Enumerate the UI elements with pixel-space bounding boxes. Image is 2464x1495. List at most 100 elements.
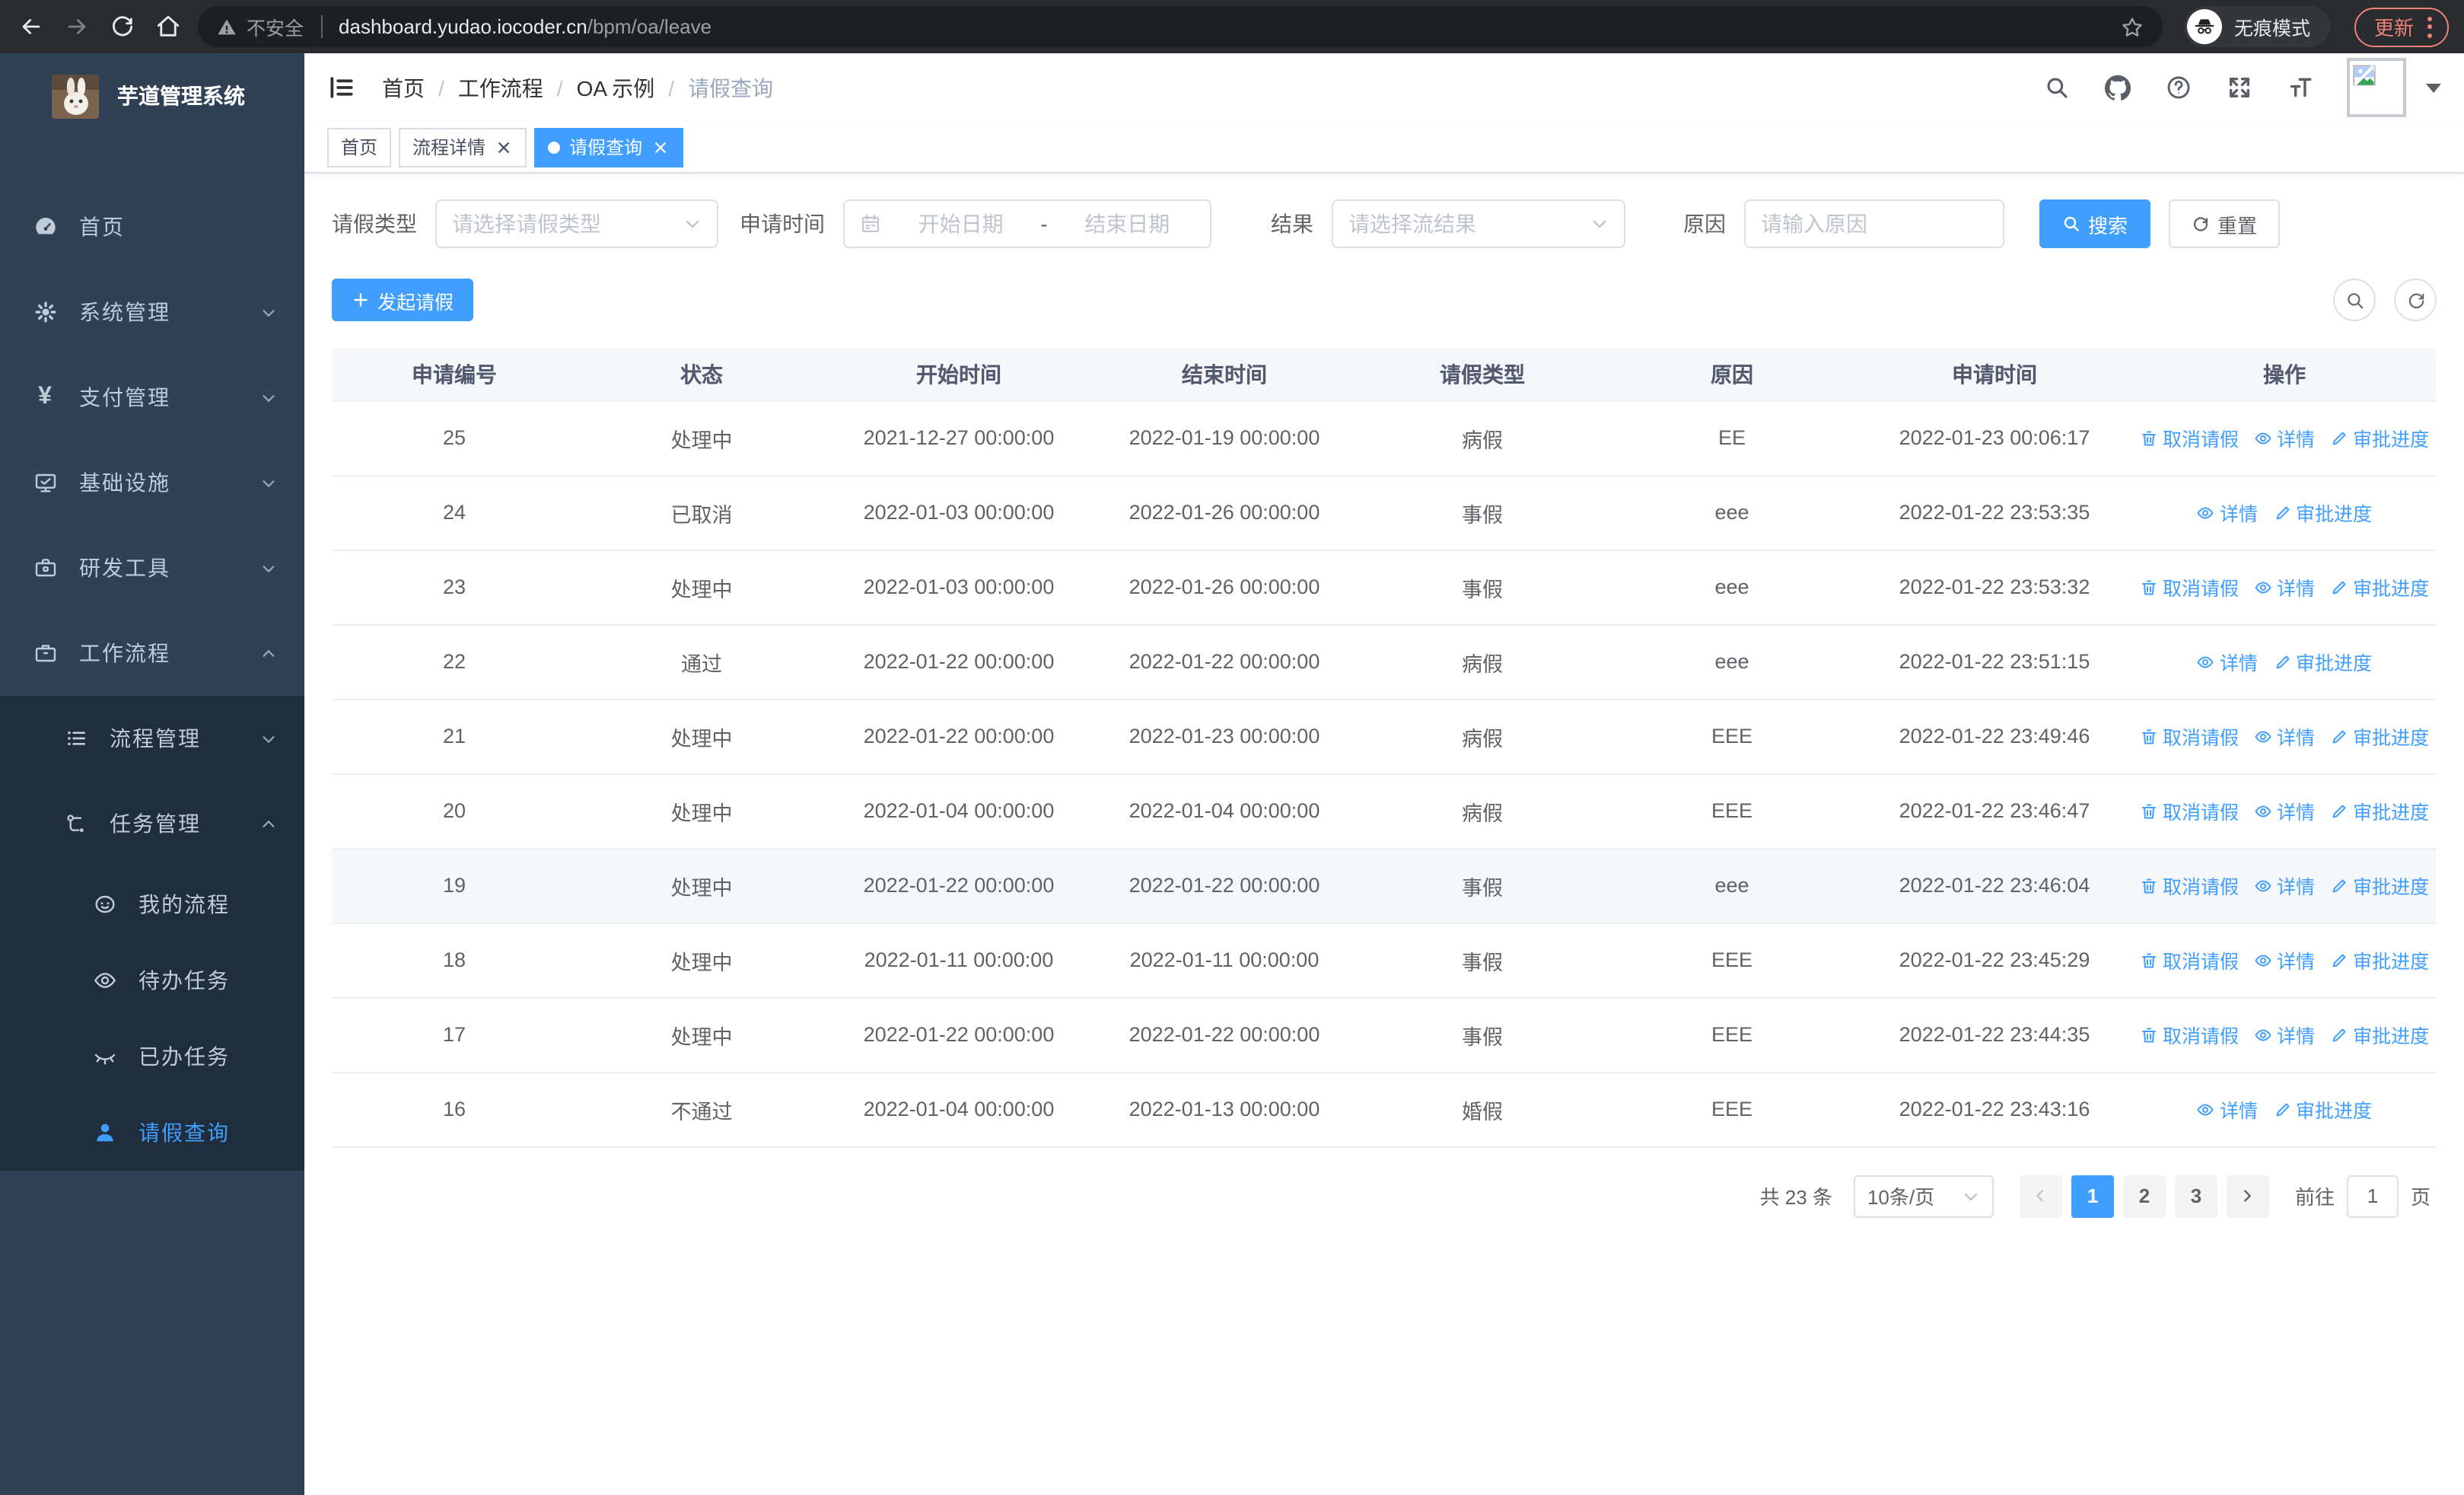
approval-progress-action[interactable]: 审批进度 [2273, 1095, 2372, 1124]
cancel-leave-action[interactable]: 取消请假 [2140, 423, 2239, 452]
create-leave-button[interactable]: 发起请假 [332, 279, 474, 321]
cancel-leave-action[interactable]: 取消请假 [2140, 945, 2239, 974]
close-icon[interactable] [495, 138, 513, 156]
approval-progress-action[interactable]: 审批进度 [2330, 1020, 2429, 1049]
leave-type-select[interactable]: 请选择请假类型 [435, 199, 718, 248]
github-icon[interactable] [2103, 73, 2132, 102]
search-icon[interactable] [2042, 73, 2071, 102]
page-button-3[interactable]: 3 [2174, 1175, 2217, 1217]
prev-page-icon[interactable] [2019, 1175, 2062, 1217]
apply-time-cell: 2022-01-22 23:53:35 [1857, 475, 2132, 550]
approval-progress-action[interactable]: 审批进度 [2330, 722, 2429, 751]
cancel-leave-action[interactable]: 取消请假 [2140, 572, 2239, 601]
sidebar-item-leave-query[interactable]: 请假查询 [0, 1095, 304, 1171]
security-warning-icon[interactable] [216, 16, 237, 37]
approval-progress-action[interactable]: 审批进度 [2273, 647, 2372, 676]
table-toolbar: 发起请假 [332, 279, 2437, 321]
apply-time-range-picker[interactable]: - [843, 199, 1211, 248]
app-logo [52, 74, 99, 118]
avatar-caret-icon[interactable] [2426, 83, 2441, 92]
cancel-leave-action[interactable]: 取消请假 [2140, 722, 2239, 751]
sidebar-item-task-mgmt[interactable]: 任务管理 [0, 781, 304, 866]
sidebar-item-done-tasks[interactable]: 已办任务 [0, 1018, 304, 1095]
detail-action[interactable]: 详情 [2254, 423, 2315, 452]
eye-icon [2255, 730, 2271, 742]
next-page-icon[interactable] [2226, 1175, 2269, 1217]
approval-progress-action[interactable]: 审批进度 [2330, 945, 2429, 974]
approval-progress-action[interactable]: 审批进度 [2330, 572, 2429, 601]
detail-action[interactable]: 详情 [2254, 871, 2315, 900]
sidebar-item-my-process[interactable]: 我的流程 [0, 866, 304, 942]
table-row: 22 通过 2022-01-22 00:00:00 2022-01-22 00:00:… [332, 624, 2437, 700]
goto-page-input[interactable] [2346, 1175, 2399, 1217]
reset-button[interactable]: 重置 [2169, 199, 2281, 248]
page-size-select[interactable]: 10条/页 [1853, 1175, 1994, 1217]
eye-icon [2255, 805, 2271, 817]
sidebar-item-home[interactable]: 首页 [0, 184, 304, 269]
detail-action[interactable]: 详情 [2197, 498, 2258, 527]
refresh-icon[interactable] [2394, 279, 2437, 321]
detail-action[interactable]: 详情 [2254, 722, 2315, 751]
tab-home[interactable]: 首页 [327, 127, 392, 167]
tab-process-detail[interactable]: 流程详情 [399, 127, 527, 167]
app-logo-row[interactable]: 芋道管理系统 [0, 53, 304, 139]
result-select[interactable]: 请选择流结果 [1332, 199, 1625, 248]
start-date-input[interactable] [893, 212, 1029, 236]
cancel-leave-action[interactable]: 取消请假 [2140, 796, 2239, 825]
detail-action[interactable]: 详情 [2254, 945, 2315, 974]
sidebar-item-infra[interactable]: 基础设施 [0, 440, 304, 525]
update-button[interactable]: 更新 [2374, 12, 2414, 41]
reason-input[interactable] [1761, 212, 1988, 236]
approval-progress-action[interactable]: 审批进度 [2330, 796, 2429, 825]
tab-leave-query[interactable]: 请假查询 [534, 127, 684, 167]
detail-action[interactable]: 详情 [2254, 1020, 2315, 1049]
end-time-cell: 2022-01-04 00:00:00 [1091, 773, 1358, 849]
close-icon[interactable] [651, 138, 670, 156]
toggle-search-icon[interactable] [2333, 279, 2376, 321]
sidebar-item-process-mgmt[interactable]: 流程管理 [0, 696, 304, 781]
sidebar-item-todo-tasks[interactable]: 待办任务 [0, 942, 304, 1018]
home-icon[interactable] [152, 11, 183, 42]
sidebar-item-devtools[interactable]: 研发工具 [0, 525, 304, 610]
browser-menu[interactable]: 更新 [2354, 7, 2449, 46]
sidebar-item-workflow[interactable]: 工作流程 [0, 610, 304, 696]
help-icon[interactable] [2164, 73, 2193, 102]
breadcrumb-item[interactable]: OA 示例 [577, 72, 655, 103]
reload-icon[interactable] [107, 11, 137, 42]
result-label: 结果 [1271, 212, 1313, 236]
kebab-menu-icon[interactable] [2427, 16, 2435, 37]
breadcrumb-item[interactable]: 首页 [382, 72, 425, 103]
trash-icon [2142, 728, 2156, 744]
page-button-2[interactable]: 2 [2122, 1175, 2166, 1217]
detail-action[interactable]: 详情 [2197, 1095, 2258, 1124]
url-host: dashboard.yudao.iocoder.cn [339, 15, 587, 38]
sidebar-item-label: 支付管理 [79, 385, 170, 410]
end-date-input[interactable] [1059, 212, 1195, 236]
detail-action[interactable]: 详情 [2254, 796, 2315, 825]
table-row: 23 处理中 2022-01-03 00:00:00 2022-01-26 00:00… [332, 550, 2437, 625]
sidebar-item-label: 基础设施 [79, 470, 170, 495]
fullscreen-icon[interactable] [2225, 73, 2254, 102]
sidebar-item-payment[interactable]: ¥ 支付管理 [0, 355, 304, 440]
detail-action[interactable]: 详情 [2197, 647, 2258, 676]
start-time-cell: 2022-01-22 00:00:00 [826, 699, 1091, 774]
page-button-1[interactable]: 1 [2071, 1175, 2114, 1217]
cancel-leave-action[interactable]: 取消请假 [2140, 871, 2239, 900]
detail-action[interactable]: 详情 [2254, 572, 2315, 601]
back-icon[interactable] [15, 11, 46, 42]
sidebar-item-system[interactable]: 系统管理 [0, 269, 304, 355]
avatar[interactable] [2347, 58, 2406, 117]
bookmark-star-icon[interactable] [2120, 14, 2144, 39]
approval-progress-action[interactable]: 审批进度 [2330, 423, 2429, 452]
breadcrumb-item[interactable]: 工作流程 [458, 72, 543, 103]
cancel-leave-action[interactable]: 取消请假 [2140, 1020, 2239, 1049]
reason-cell: eee [1607, 475, 1857, 550]
font-size-icon[interactable] [2286, 73, 2315, 102]
url-bar[interactable]: 不安全 dashboard.yudao.iocoder.cn/bpm/oa/le… [198, 6, 2163, 47]
search-button[interactable]: 搜索 [2039, 199, 2151, 248]
approval-progress-action[interactable]: 审批进度 [2273, 498, 2372, 527]
forward-icon[interactable] [61, 11, 91, 42]
sidebar-toggle-icon[interactable] [327, 72, 358, 103]
approval-progress-action[interactable]: 审批进度 [2330, 871, 2429, 900]
sidebar-item-label: 待办任务 [138, 968, 230, 993]
